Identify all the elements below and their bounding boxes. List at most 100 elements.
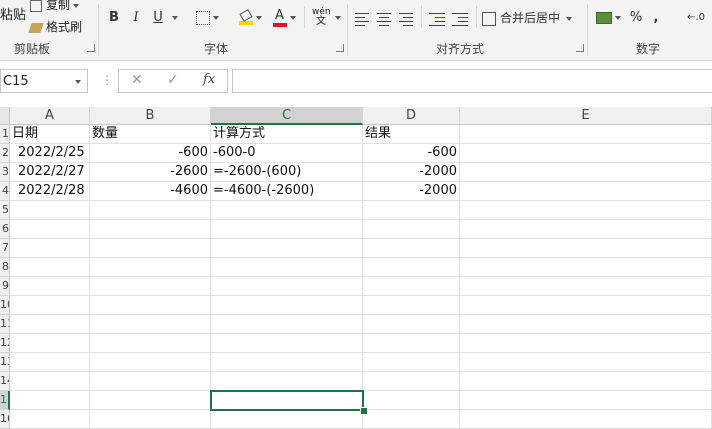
column-header-c[interactable]: C [211, 107, 363, 125]
accounting-format-button[interactable] [594, 8, 622, 28]
row-header-16[interactable]: 16 [0, 410, 10, 429]
cell-a4[interactable]: 2022/2/28 [10, 182, 90, 201]
cell-c16[interactable] [211, 410, 363, 429]
cell-e3[interactable] [460, 163, 712, 182]
cell-b11[interactable] [90, 315, 211, 334]
cell-b7[interactable] [90, 239, 211, 258]
cell-c5[interactable] [211, 201, 363, 220]
row-header-10[interactable]: 10 [0, 296, 10, 315]
cell-c3[interactable]: =-2600-(600) [211, 163, 363, 182]
cell-e15[interactable] [460, 391, 712, 410]
cell-e1[interactable] [460, 125, 712, 144]
cell-d15[interactable] [363, 391, 460, 410]
bold-button[interactable]: B [106, 8, 122, 28]
cell-d12[interactable] [363, 334, 460, 353]
fill-handle[interactable] [360, 407, 368, 415]
row-header-3[interactable]: 3 [0, 163, 10, 182]
formula-input[interactable] [232, 69, 712, 93]
cell-e16[interactable] [460, 410, 712, 429]
row-header-8[interactable]: 8 [0, 258, 10, 277]
cell-a2[interactable]: 2022/2/25 [10, 144, 90, 163]
cell-d13[interactable] [363, 353, 460, 372]
cell-c1[interactable]: 计算方式 [211, 125, 363, 144]
row-header-7[interactable]: 7 [0, 239, 10, 258]
increase-decimal-button[interactable]: ←.0 [680, 8, 712, 28]
row-header-11[interactable]: 11 [0, 315, 10, 334]
cell-a8[interactable] [10, 258, 90, 277]
cell-d4[interactable]: -2000 [363, 182, 460, 201]
cell-a14[interactable] [10, 372, 90, 391]
cell-e8[interactable] [460, 258, 712, 277]
cell-e9[interactable] [460, 277, 712, 296]
cell-d14[interactable] [363, 372, 460, 391]
cell-b9[interactable] [90, 277, 211, 296]
clipboard-dialog-launcher[interactable] [87, 44, 95, 52]
cell-c8[interactable] [211, 258, 363, 277]
cell-c11[interactable] [211, 315, 363, 334]
cell-c10[interactable] [211, 296, 363, 315]
cell-d10[interactable] [363, 296, 460, 315]
border-button[interactable] [192, 8, 222, 28]
row-header-9[interactable]: 9 [0, 277, 10, 296]
phonetic-dropdown[interactable] [332, 8, 341, 28]
cell-b14[interactable] [90, 372, 211, 391]
cell-d5[interactable] [363, 201, 460, 220]
cell-c9[interactable] [211, 277, 363, 296]
cell-d6[interactable] [363, 220, 460, 239]
cell-c7[interactable] [211, 239, 363, 258]
cell-b16[interactable] [90, 410, 211, 429]
cell-d2[interactable]: -600 [363, 144, 460, 163]
cell-b10[interactable] [90, 296, 211, 315]
select-all-corner[interactable] [0, 107, 10, 125]
cell-c14[interactable] [211, 372, 363, 391]
cell-e11[interactable] [460, 315, 712, 334]
row-header-14[interactable]: 14 [0, 372, 10, 391]
cell-e14[interactable] [460, 372, 712, 391]
alignment-dialog-launcher[interactable] [576, 44, 584, 52]
cell-c2[interactable]: -600-0 [211, 144, 363, 163]
cell-a6[interactable] [10, 220, 90, 239]
cell-d7[interactable] [363, 239, 460, 258]
format-painter-button[interactable]: 格式刷 [28, 18, 82, 35]
cell-e7[interactable] [460, 239, 712, 258]
merge-center-button[interactable]: 合并后居中 [482, 8, 580, 28]
cell-b4[interactable]: -4600 [90, 182, 211, 201]
italic-button[interactable]: I [128, 8, 144, 28]
row-header-6[interactable]: 6 [0, 220, 10, 239]
cell-a11[interactable] [10, 315, 90, 334]
cell-a3[interactable]: 2022/2/27 [10, 163, 90, 182]
cell-c12[interactable] [211, 334, 363, 353]
cell-b2[interactable]: -600 [90, 144, 211, 163]
name-box[interactable]: C15 [0, 69, 88, 93]
cancel-icon[interactable]: ✕ [131, 72, 143, 88]
cell-b8[interactable] [90, 258, 211, 277]
cell-b6[interactable] [90, 220, 211, 239]
comma-button[interactable]: , [650, 8, 662, 28]
cell-b12[interactable] [90, 334, 211, 353]
cell-e12[interactable] [460, 334, 712, 353]
cell-c4[interactable]: =-4600-(-2600) [211, 182, 363, 201]
row-header-13[interactable]: 13 [0, 353, 10, 372]
align-left-button[interactable] [355, 8, 371, 28]
cell-c6[interactable] [211, 220, 363, 239]
cell-e2[interactable] [460, 144, 712, 163]
cell-e13[interactable] [460, 353, 712, 372]
cell-e10[interactable] [460, 296, 712, 315]
paste-button[interactable]: 粘贴 [0, 4, 26, 23]
cell-a15[interactable] [10, 391, 90, 410]
cell-d3[interactable]: -2000 [363, 163, 460, 182]
cell-d9[interactable] [363, 277, 460, 296]
percent-button[interactable]: % [628, 8, 644, 28]
cell-a13[interactable] [10, 353, 90, 372]
cell-b15[interactable] [90, 391, 211, 410]
cell-b13[interactable] [90, 353, 211, 372]
cell-e4[interactable] [460, 182, 712, 201]
name-box-dropdown-icon[interactable] [75, 80, 81, 84]
cell-e5[interactable] [460, 201, 712, 220]
underline-dropdown[interactable] [168, 8, 178, 28]
font-dialog-launcher[interactable] [336, 44, 344, 52]
enter-icon[interactable]: ✓ [167, 72, 179, 88]
cell-c13[interactable] [211, 353, 363, 372]
insert-function-icon[interactable]: fx [203, 72, 215, 87]
row-header-15[interactable]: 15 [0, 391, 10, 410]
